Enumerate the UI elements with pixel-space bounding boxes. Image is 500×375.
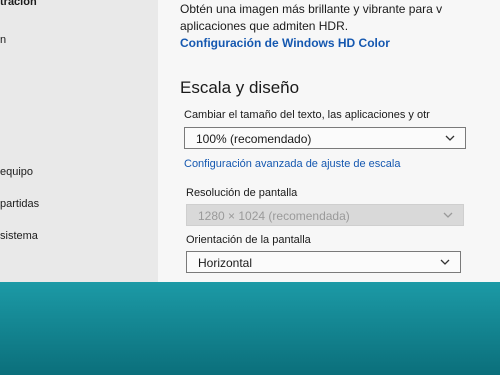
hdr-description-line1: Obtén una imagen más brillante y vibrant… (180, 2, 443, 16)
scale-dropdown-value: 100% (recomendado) (196, 132, 312, 146)
scale-dropdown[interactable]: 100% (recomendado) (184, 127, 466, 149)
resolution-dropdown-value: 1280 × 1024 (recomendada) (198, 209, 350, 223)
sidebar-item-n[interactable]: n (0, 34, 6, 46)
scale-description: Cambiar el tamaño del texto, las aplicac… (184, 109, 430, 121)
orientation-label: Orientación de la pantalla (186, 234, 311, 246)
scale-layout-heading: Escala y diseño (180, 78, 300, 97)
advanced-scaling-link[interactable]: Configuración avanzada de ajuste de esca… (184, 158, 400, 170)
orientation-dropdown-value: Horizontal (198, 256, 253, 270)
sidebar-item-partidas[interactable]: partidas (0, 198, 39, 210)
resolution-dropdown[interactable]: 1280 × 1024 (recomendada) (186, 204, 464, 226)
chevron-down-icon (440, 259, 450, 265)
hd-color-settings-link[interactable]: Configuración de Windows HD Color (180, 36, 390, 50)
sidebar-item-administracion[interactable]: tración (0, 0, 37, 8)
chevron-down-icon (445, 135, 455, 141)
display-settings-panel: Obtén una imagen más brillante y vibrant… (158, 0, 500, 282)
sidebar-item-sistema[interactable]: sistema (0, 230, 38, 242)
sidebar: tración n equipo partidas sistema (0, 0, 158, 282)
orientation-dropdown[interactable]: Horizontal (186, 251, 461, 273)
chevron-down-icon (443, 212, 453, 218)
hdr-description-line2: aplicaciones que admiten HDR. (180, 19, 349, 33)
desktop-background (0, 282, 500, 375)
sidebar-item-equipo[interactable]: equipo (0, 166, 33, 178)
resolution-label: Resolución de pantalla (186, 187, 298, 199)
settings-window: tración n equipo partidas sistema Obtén … (0, 0, 500, 282)
